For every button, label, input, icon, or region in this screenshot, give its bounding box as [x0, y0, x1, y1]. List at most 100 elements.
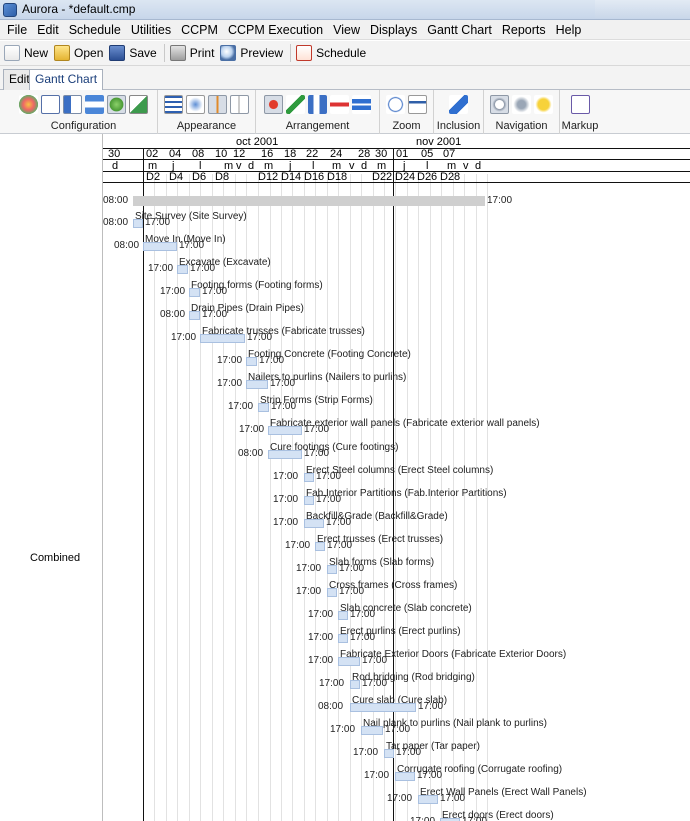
- ribbon-group-zoom: Zoom: [380, 90, 434, 134]
- fit-range-icon[interactable]: [408, 95, 427, 114]
- task-start-time: 17:00: [217, 378, 243, 390]
- task-bar[interactable]: [350, 680, 360, 689]
- floppy-disk-icon: [109, 45, 126, 61]
- sort-red-icon[interactable]: [264, 95, 283, 114]
- palette-icon[interactable]: [19, 95, 38, 114]
- day-code-label: D14: [281, 171, 302, 183]
- task-bar[interactable]: [338, 656, 360, 666]
- task-start-time: 17:00: [285, 539, 311, 551]
- include-blocks-icon[interactable]: [449, 95, 468, 114]
- task-start-time: 17:00: [160, 286, 186, 298]
- new-button-label: New: [24, 46, 49, 60]
- day-code-label: D12: [258, 171, 279, 183]
- task-bar[interactable]: [268, 426, 302, 436]
- star-icon[interactable]: [534, 95, 553, 114]
- task-bar[interactable]: [350, 703, 416, 713]
- task-bar[interactable]: [315, 541, 325, 551]
- weekday-label: d: [361, 160, 368, 172]
- task-bar[interactable]: [177, 265, 188, 275]
- task-start-time: 17:00: [273, 470, 299, 482]
- ribbon-label-configuration: Configuration: [50, 120, 117, 132]
- task-start-time: 17:00: [273, 493, 299, 505]
- menu-reports[interactable]: Reports: [497, 20, 551, 40]
- search-settings-icon[interactable]: [186, 95, 205, 114]
- day-code-label: D2: [146, 171, 161, 183]
- collapse-chevrons-icon[interactable]: [352, 95, 371, 114]
- task-start-time: 17:00: [296, 585, 322, 597]
- menu-ccpm-execution[interactable]: CCPM Execution: [223, 20, 328, 40]
- task-bar[interactable]: [189, 288, 200, 298]
- schedule-button[interactable]: Schedule: [294, 42, 370, 64]
- link-chain-icon[interactable]: [512, 95, 531, 114]
- task-bar[interactable]: [189, 311, 200, 321]
- month-label: oct 2001: [236, 136, 279, 148]
- task-bar[interactable]: [246, 380, 268, 390]
- menu-file[interactable]: File: [2, 20, 32, 40]
- task-bar[interactable]: [246, 357, 257, 367]
- gantt-chart[interactable]: Combined oct 2001 nov 2001 30 02 04 08 10 12 16 1…: [0, 134, 690, 821]
- menu-displays[interactable]: Displays: [365, 20, 422, 40]
- day-code-label: D8: [215, 171, 230, 183]
- menu-edit[interactable]: Edit: [32, 20, 64, 40]
- task-bar[interactable]: [304, 518, 324, 528]
- split-arrows-icon[interactable]: [330, 95, 349, 114]
- task-start-time: 17:00: [308, 654, 334, 666]
- task-bar[interactable]: [143, 242, 177, 252]
- split-columns-icon[interactable]: [208, 95, 227, 114]
- open-button-label: Open: [74, 46, 104, 60]
- menu-view[interactable]: View: [328, 20, 365, 40]
- new-button[interactable]: New: [2, 42, 52, 64]
- task-bar[interactable]: [327, 587, 337, 597]
- window-controls[interactable]: [595, 0, 690, 18]
- hierarchy-icon[interactable]: [63, 95, 82, 114]
- title-bar: Aurora - *default.cmp: [0, 0, 690, 20]
- menu-help[interactable]: Help: [551, 20, 587, 40]
- save-button[interactable]: Save: [107, 42, 160, 64]
- print-button[interactable]: Print: [168, 42, 219, 64]
- day-number-label: 16: [261, 148, 274, 160]
- app-icon: [3, 3, 17, 17]
- clock-zoom-icon[interactable]: [386, 95, 405, 114]
- preview-button[interactable]: Preview: [218, 42, 287, 64]
- task-bar[interactable]: [200, 334, 245, 344]
- task-bar[interactable]: [268, 449, 302, 459]
- summary-bar[interactable]: [133, 196, 485, 206]
- task-bar[interactable]: [361, 726, 383, 736]
- task-bar[interactable]: [327, 564, 337, 574]
- task-bar[interactable]: [338, 610, 348, 620]
- task-start-time: 17:00: [319, 678, 345, 689]
- panel-view-icon[interactable]: [230, 95, 249, 114]
- menu-gantt-chart[interactable]: Gantt Chart: [422, 20, 497, 40]
- markup-m-icon[interactable]: [570, 95, 590, 114]
- ribbon-group-configuration: Configuration: [10, 90, 158, 134]
- task-bar[interactable]: [418, 795, 438, 805]
- task-bar[interactable]: [304, 472, 314, 482]
- pointer-hand-icon[interactable]: [490, 95, 509, 114]
- tree-arrange-icon[interactable]: [308, 95, 327, 114]
- text-layout-icon[interactable]: [164, 95, 183, 114]
- open-button[interactable]: Open: [52, 42, 107, 64]
- task-end-time: 17:00: [327, 539, 353, 551]
- move-up-green-icon[interactable]: [286, 95, 305, 114]
- edit-check-icon[interactable]: [129, 95, 148, 114]
- weekday-label: d: [112, 160, 119, 172]
- task-bar[interactable]: [338, 633, 348, 643]
- task-bar[interactable]: [133, 219, 143, 228]
- task-start-time: 17:00: [296, 562, 322, 574]
- link-circles-icon[interactable]: [107, 95, 126, 114]
- task-bar[interactable]: [258, 403, 269, 413]
- task-bar[interactable]: [304, 495, 314, 505]
- italic-text-icon[interactable]: [41, 95, 60, 114]
- task-bar[interactable]: [384, 749, 394, 759]
- menu-utilities[interactable]: Utilities: [126, 20, 176, 40]
- day-number-label: 28: [358, 148, 371, 160]
- tab-gantt-chart[interactable]: Gantt Chart: [29, 69, 104, 91]
- task-start-time: 08:00: [160, 309, 186, 321]
- menu-ccpm[interactable]: CCPM: [176, 20, 223, 40]
- grid-line: [270, 174, 271, 821]
- menu-schedule[interactable]: Schedule: [64, 20, 126, 40]
- task-bar[interactable]: [395, 772, 415, 782]
- list-bars-icon[interactable]: [85, 95, 104, 114]
- magnifier-icon: [220, 45, 237, 61]
- task-end-time: 17:00: [316, 493, 342, 505]
